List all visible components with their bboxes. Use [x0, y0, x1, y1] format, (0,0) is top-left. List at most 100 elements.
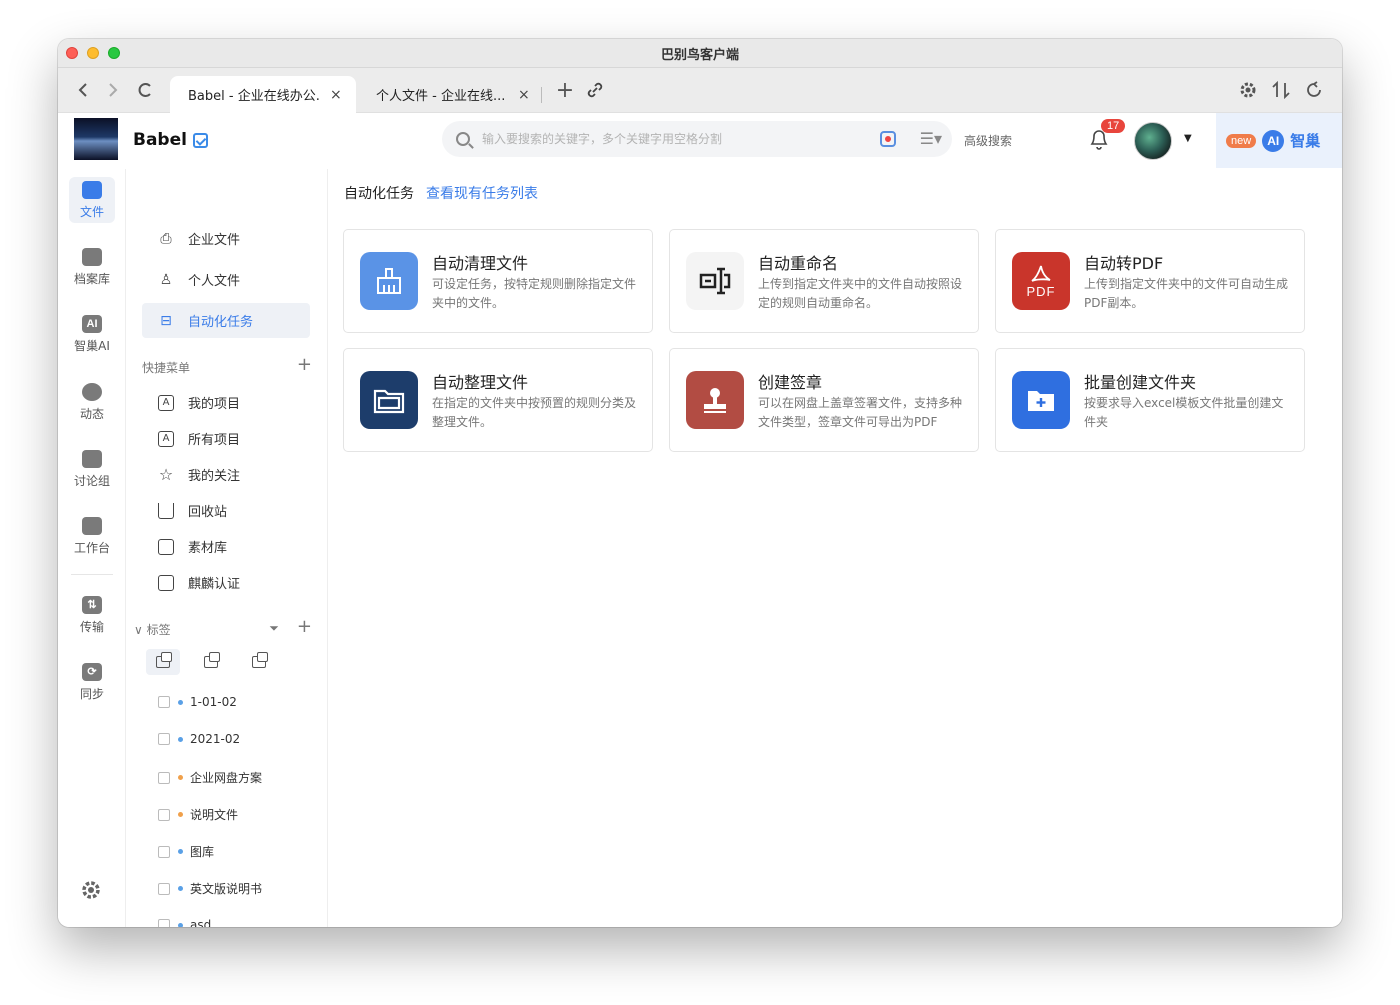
copy-link-button[interactable]	[584, 79, 606, 101]
ai-assistant-button[interactable]: new AI 智巢	[1216, 113, 1342, 168]
tab-label: Babel - 企业在线办公...	[188, 89, 320, 104]
tag-checkbox[interactable]	[158, 696, 170, 708]
copy-stack-icon	[204, 652, 220, 668]
tag-item[interactable]: 英文版说明书	[158, 880, 262, 897]
trash-icon	[158, 502, 174, 519]
image-search-icon[interactable]	[880, 131, 896, 147]
rail-label: 动态	[79, 406, 104, 421]
tag-item[interactable]: 2021-02	[158, 732, 240, 746]
quick-menu-item[interactable]: ☆ 我的关注	[158, 465, 240, 484]
tag-label: 1-01-02	[190, 695, 237, 709]
tab-close-button[interactable]: ×	[330, 87, 342, 103]
sidebar-item-enterprise-files[interactable]: ⎙ 企业文件	[142, 221, 310, 256]
task-card-batch-folders[interactable]: 批量创建文件夹 按要求导入excel模板文件批量创建文件夹	[995, 348, 1305, 452]
copy-stack-icon	[156, 652, 172, 668]
sidebar-item-automation[interactable]: ⊟ 自动化任务	[142, 303, 310, 338]
batch-folder-icon	[1012, 371, 1070, 429]
minimize-window-button[interactable]	[87, 47, 99, 59]
tags-title-wrap[interactable]: ∨ 标签	[134, 621, 171, 638]
rail-label: 同步	[79, 686, 104, 701]
tag-checkbox[interactable]	[158, 882, 170, 895]
filter-icon[interactable]: ⏷	[269, 621, 279, 635]
tab-personal-files[interactable]: 个人文件 - 企业在线... ×	[358, 76, 544, 113]
tag-color-dot	[178, 886, 183, 891]
rail-label: 讨论组	[73, 473, 110, 488]
quick-menu-label: 回收站	[188, 505, 228, 520]
advanced-search-link[interactable]: 高级搜索	[964, 132, 1012, 149]
quick-menu-label: 我的关注	[188, 469, 241, 484]
tag-item[interactable]: asd	[158, 918, 211, 927]
rail-label: 传输	[79, 619, 104, 634]
tag-item[interactable]: 企业网盘方案	[158, 769, 262, 786]
card-description: 在指定的文件夹中按预置的规则分类及整理文件。	[432, 396, 637, 429]
tab-babel[interactable]: Babel - 企业在线办公... ×	[170, 76, 356, 113]
rename-icon	[686, 252, 744, 310]
settings-button[interactable]	[1238, 79, 1258, 101]
task-card-create-stamp[interactable]: 创建签章 可以在网盘上盖章签署文件，支持多种文件类型，签章文件可导出为PDF	[669, 348, 979, 452]
tab-divider	[541, 87, 542, 103]
view-task-list-link[interactable]: 查看现有任务列表	[426, 183, 538, 203]
rail-item-ai[interactable]: AI 智巢AI	[69, 311, 115, 357]
chevron-down-icon[interactable]: ▼	[1184, 133, 1192, 144]
tag-checkbox[interactable]	[158, 808, 170, 821]
task-card-auto-rename[interactable]: 自动重命名 上传到指定文件夹中的文件自动按照设定的规则自动重命名。	[669, 229, 979, 333]
tags-header: ∨ 标签 ⏷ +	[134, 618, 312, 638]
rail-item-discussion[interactable]: 讨论组	[69, 446, 115, 492]
quick-menu-label: 麒麟认证	[188, 577, 241, 592]
tag-checkbox[interactable]	[158, 919, 170, 927]
quick-menu-item[interactable]: 麒麟认证	[158, 573, 240, 592]
tag-label: 图库	[190, 845, 215, 859]
tag-view-option[interactable]	[194, 649, 228, 675]
reload-button[interactable]	[134, 79, 156, 101]
new-tab-button[interactable]: +	[554, 78, 576, 103]
rail-item-activity[interactable]: 动态	[69, 379, 115, 425]
search-input[interactable]	[482, 132, 862, 146]
window-controls	[66, 47, 120, 59]
card-description: 上传到指定文件夹中的文件自动按照设定的规则自动重命名。	[758, 277, 963, 310]
close-window-button[interactable]	[66, 47, 78, 59]
tag-checkbox[interactable]	[158, 771, 170, 784]
task-card-auto-clean[interactable]: 自动清理文件 可设定任务，按特定规则删除指定文件夹中的文件。	[343, 229, 653, 333]
tag-checkbox[interactable]	[158, 733, 170, 745]
tag-label: 企业网盘方案	[190, 771, 263, 785]
quick-menu-item[interactable]: A 我的项目	[158, 393, 240, 412]
transfer-button[interactable]	[1271, 79, 1291, 101]
avatar[interactable]	[1134, 122, 1172, 160]
reload-icon	[138, 83, 151, 97]
task-card-auto-organize[interactable]: 自动整理文件 在指定的文件夹中按预置的规则分类及整理文件。	[343, 348, 653, 452]
sidebar-item-label: 企业文件	[188, 233, 241, 248]
tag-item[interactable]: 说明文件	[158, 806, 238, 823]
sync-button[interactable]	[1304, 79, 1324, 101]
sidebar: ⎙ 企业文件 ♙ 个人文件 ⊟ 自动化任务 快捷菜单 + A 我的项目 A 所有…	[126, 169, 328, 927]
pdf-icon: PDF	[1012, 252, 1070, 310]
image-library-icon	[158, 538, 174, 555]
acrobat-glyph	[1031, 265, 1051, 282]
tag-item[interactable]: 图库	[158, 843, 214, 860]
settings-gear-button[interactable]	[80, 879, 102, 907]
back-button[interactable]	[72, 79, 94, 101]
tag-view-option[interactable]	[242, 649, 276, 675]
maximize-window-button[interactable]	[108, 47, 120, 59]
filter-options-icon[interactable]: ☰▾	[920, 129, 942, 148]
tag-checkbox[interactable]	[158, 845, 170, 858]
add-tag-button[interactable]: +	[297, 616, 312, 637]
quick-menu-item[interactable]: A 所有项目	[158, 429, 240, 448]
rail-item-sync[interactable]: ⟳ 同步	[69, 659, 115, 705]
sidebar-item-personal-files[interactable]: ♙ 个人文件	[142, 262, 310, 297]
rail-item-workbench[interactable]: 工作台	[69, 513, 115, 559]
forward-button[interactable]	[102, 79, 124, 101]
sync-icon	[1307, 81, 1321, 97]
rail-item-archive[interactable]: 档案库	[69, 244, 115, 290]
tab-close-button[interactable]: ×	[518, 87, 530, 103]
quick-menu-item[interactable]: 回收站	[158, 501, 227, 520]
broom-icon	[360, 252, 418, 310]
card-title: 批量创建文件夹	[1084, 373, 1197, 392]
quick-menu-item[interactable]: 素材库	[158, 537, 227, 556]
tag-view-option[interactable]	[146, 649, 180, 675]
tag-item[interactable]: 1-01-02	[158, 695, 237, 709]
add-quick-menu-button[interactable]: +	[297, 356, 312, 376]
rail-item-files[interactable]: 文件	[69, 177, 115, 223]
app-header: Babel ☰▾ 高级搜索 17 ▼ new AI 智巢	[58, 113, 1342, 168]
task-card-auto-pdf[interactable]: PDF 自动转PDF 上传到指定文件夹中的文件可自动生成PDF副本。	[995, 229, 1305, 333]
rail-item-transfer[interactable]: ⇅ 传输	[69, 592, 115, 638]
